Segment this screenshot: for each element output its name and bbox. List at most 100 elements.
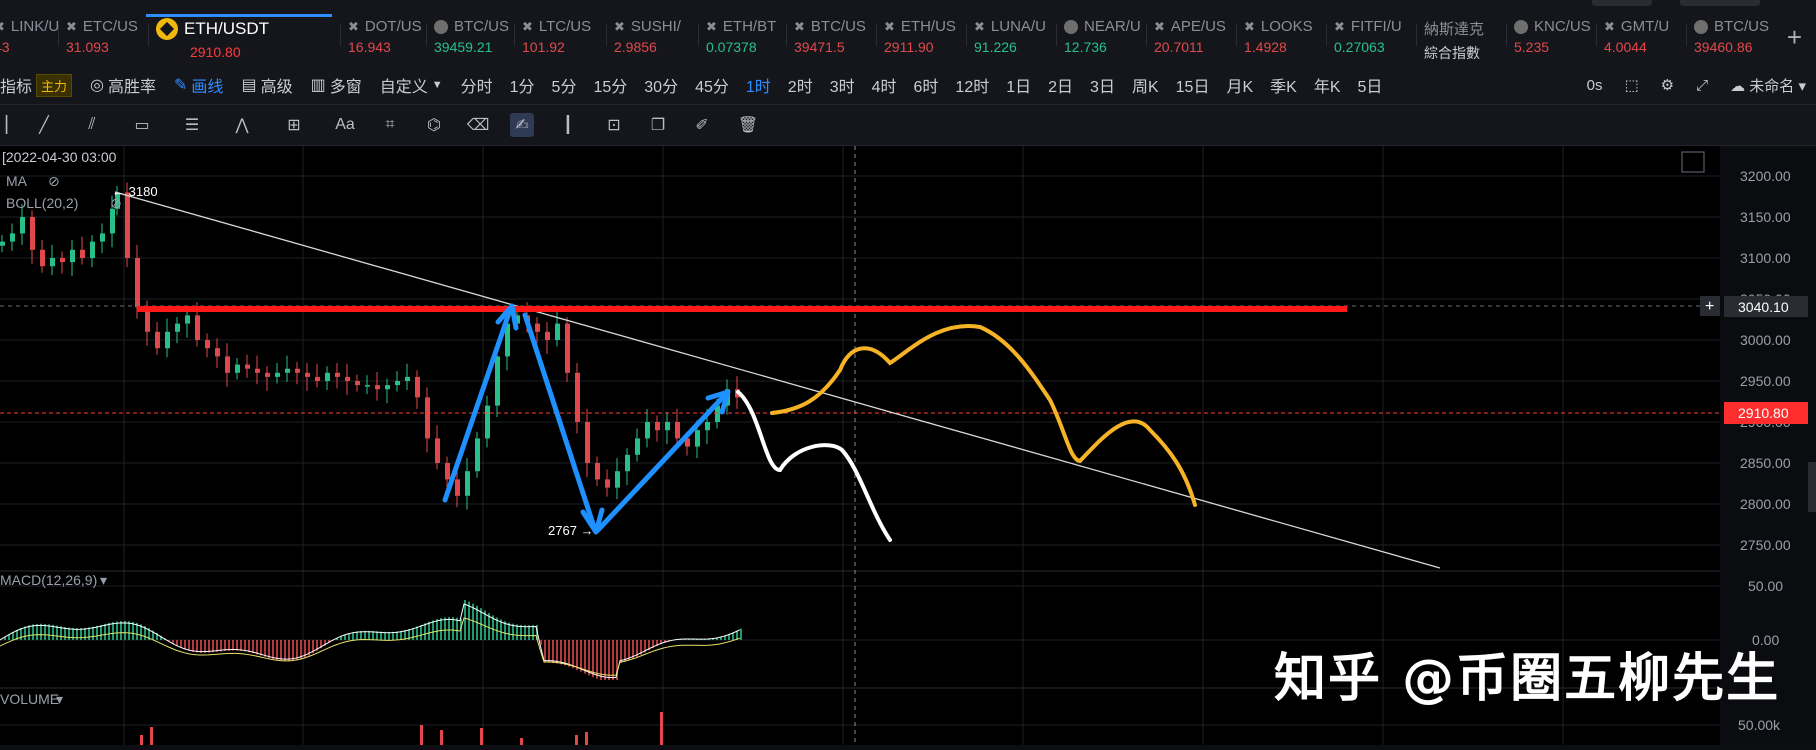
ruler-tool-icon[interactable]: ⌗: [378, 113, 402, 137]
edit-icon[interactable]: ✐: [690, 113, 714, 137]
timeframe-11[interactable]: 12时: [955, 73, 989, 97]
ticker-tab[interactable]: ✖SUSHI/2.9856: [614, 18, 681, 60]
lock-icon[interactable]: ⊡: [602, 113, 626, 137]
ticker-tab[interactable]: ✖DOT/US16.943: [348, 18, 422, 60]
pattern-tool-icon[interactable]: ⋀: [230, 113, 254, 137]
candle-body: [90, 242, 95, 258]
macd-bar: [444, 617, 446, 640]
measure-tool-icon[interactable]: ⊞: [282, 113, 306, 137]
timeframe-5[interactable]: 45分: [695, 73, 729, 97]
ticker-price: 綜合指數: [1424, 43, 1484, 63]
ticker-tab[interactable]: ✖GMT/U4.0044: [1604, 18, 1669, 60]
macd-bar: [556, 640, 558, 664]
candle-icon[interactable]: ┃: [556, 113, 580, 137]
cursor-icon[interactable]: ▏: [0, 113, 24, 137]
plus-icon[interactable]: +: [1705, 298, 1714, 315]
macd-bar: [420, 625, 422, 640]
macd-bar: [264, 640, 266, 657]
timeframe-9[interactable]: 4时: [872, 73, 897, 97]
x-icon: ✖: [1154, 19, 1165, 35]
pen-tool-icon[interactable]: ✍: [510, 113, 534, 137]
eraser-icon[interactable]: ⌫: [466, 113, 490, 137]
candle-body: [635, 438, 640, 454]
ticker-tab[interactable]: 納斯達克綜合指數: [1424, 18, 1484, 60]
ticker-tab[interactable]: ✖ETH/US2911.90: [884, 18, 956, 60]
macd-bar: [76, 628, 78, 640]
timeframe-17[interactable]: 月K: [1226, 73, 1253, 97]
ticker-tab[interactable]: ✖LINK/U43: [0, 18, 59, 60]
ticker-tab[interactable]: ✖FITFI/U0.27063: [1334, 18, 1402, 60]
timeframe-4[interactable]: 30分: [644, 73, 678, 97]
fib-tool-icon[interactable]: ☰: [180, 113, 204, 137]
line-tool-icon[interactable]: ╱: [32, 113, 56, 137]
copy-icon[interactable]: ❐: [646, 113, 670, 137]
price-tick-label: 2750.00: [1740, 537, 1791, 553]
chevron-down-icon[interactable]: ▾: [56, 691, 63, 707]
ticker-price: 39460.86: [1694, 39, 1769, 55]
timeframe-3[interactable]: 15分: [593, 73, 627, 97]
ticker-tab[interactable]: NEAR/U12.736: [1064, 18, 1141, 60]
ticker-tab[interactable]: KNC/US5.235: [1514, 18, 1591, 60]
gear-icon[interactable]: ⚙: [1661, 76, 1674, 94]
ticker-price: 91.226: [974, 39, 1046, 55]
timeframe-7[interactable]: 2时: [788, 73, 813, 97]
ticker-price: 39471.5: [794, 39, 866, 55]
macd-bar: [260, 640, 262, 656]
ticker-tab[interactable]: ✖APE/US20.7011: [1154, 18, 1226, 60]
timeframe-19[interactable]: 年K: [1314, 73, 1341, 97]
rectangle-tool-icon[interactable]: ▭: [130, 113, 154, 137]
eye-off-icon[interactable]: ⊘: [48, 173, 60, 189]
timeframe-13[interactable]: 2日: [1048, 73, 1073, 97]
ticker-tab[interactable]: BTC/US39459.21: [434, 18, 509, 60]
timeframe-18[interactable]: 季K: [1270, 73, 1297, 97]
timeframe-1[interactable]: 1分: [510, 73, 535, 97]
macd-bar: [432, 620, 434, 640]
screenshot-icon[interactable]: ⬚: [1624, 76, 1638, 94]
timeframe-14[interactable]: 3日: [1090, 73, 1115, 97]
indicator-button[interactable]: 指标 主力: [0, 73, 72, 97]
ticker-tab[interactable]: ✖LOOKS1.4928: [1244, 18, 1313, 60]
ticker-name: NEAR/U: [1084, 18, 1141, 35]
scroll-handle[interactable]: [1808, 462, 1816, 512]
timeframe-0[interactable]: 分时: [461, 73, 493, 97]
timeframe-12[interactable]: 1日: [1006, 73, 1031, 97]
parallel-lines-icon[interactable]: ⫽: [80, 113, 104, 137]
timeframe-20[interactable]: 5日: [1358, 73, 1383, 97]
macd-bar: [604, 640, 606, 680]
cloud-save-button[interactable]: ☁ 未命名 ▾: [1730, 75, 1806, 96]
macd-bar: [588, 640, 590, 675]
ticker-tab[interactable]: ETH/USDT2910.80: [156, 18, 269, 60]
macd-bar: [100, 625, 102, 640]
timeframe-15[interactable]: 周K: [1132, 73, 1159, 97]
advanced-button[interactable]: ▤ 高级: [241, 73, 292, 97]
candle-body: [155, 332, 160, 348]
timeframe-16[interactable]: 15日: [1176, 73, 1210, 97]
trash-icon[interactable]: 🗑: [736, 113, 760, 137]
macd-bar: [104, 624, 106, 640]
ticker-tab[interactable]: BTC/US39460.86: [1694, 18, 1769, 60]
ticker-tab[interactable]: ✖BTC/US39471.5: [794, 18, 866, 60]
ticker-tab[interactable]: ✖LUNA/U91.226: [974, 18, 1046, 60]
custom-dropdown[interactable]: 自定义 ▼: [380, 73, 443, 97]
draw-button[interactable]: ✎ 画线: [174, 73, 223, 97]
chevron-down-icon[interactable]: ▾: [100, 572, 107, 588]
active-tab-indicator: [146, 14, 332, 17]
ticker-tab[interactable]: ✖LTC/US101.92: [522, 18, 591, 60]
macd-bar: [236, 640, 238, 651]
timeframe-8[interactable]: 3时: [830, 73, 855, 97]
ticker-tab[interactable]: ✖ETC/US31.093: [66, 18, 138, 60]
multi-window-button[interactable]: ▥ 多窗: [311, 73, 362, 97]
magnet-icon[interactable]: ⌬: [422, 113, 446, 137]
macd-bar: [24, 626, 26, 640]
candle-body: [175, 324, 180, 332]
text-tool-icon[interactable]: Aa: [330, 113, 360, 137]
candle-body: [575, 373, 580, 422]
add-ticker-button[interactable]: +: [1787, 22, 1802, 53]
timeframe-6[interactable]: 1时: [746, 73, 771, 97]
timeframe-2[interactable]: 5分: [552, 73, 577, 97]
win-rate-button[interactable]: ◎ 高胜率: [90, 73, 156, 97]
ticker-tab[interactable]: ✖ETH/BT0.07378: [706, 18, 776, 60]
candle-body: [285, 369, 290, 373]
fullscreen-icon[interactable]: ⤢: [1696, 77, 1708, 94]
timeframe-10[interactable]: 6时: [914, 73, 939, 97]
